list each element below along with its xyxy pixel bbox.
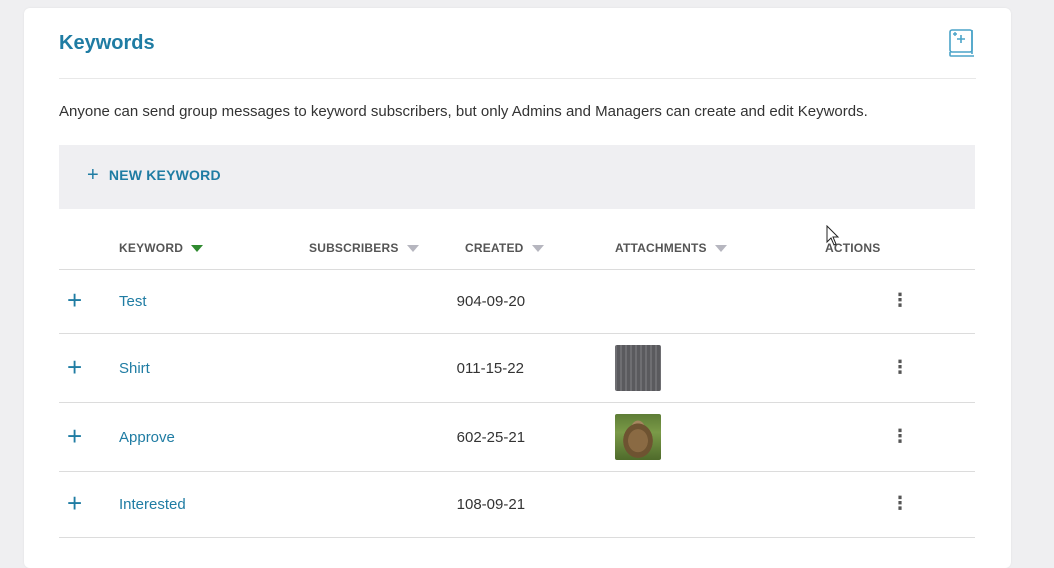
expand-plus-icon[interactable]: + bbox=[67, 423, 82, 449]
header-attachments-label: ATTACHMENTS bbox=[615, 241, 707, 255]
attachments-cell bbox=[615, 269, 825, 334]
expand-plus-icon[interactable]: + bbox=[67, 354, 82, 380]
sort-icon[interactable] bbox=[406, 245, 419, 253]
subscribers-count: 6 bbox=[309, 402, 465, 472]
page-title: Keywords bbox=[59, 32, 155, 54]
expand-plus-icon[interactable]: + bbox=[67, 490, 82, 516]
more-vertical-icon[interactable]: ⋮ bbox=[891, 357, 909, 377]
table-row: + Shirt 0 11-15-22 ⋮ bbox=[59, 333, 975, 403]
description-text: Anyone can send group messages to keywor… bbox=[59, 103, 868, 120]
keyword-toolbar: + NEW KEYWORD bbox=[59, 145, 975, 209]
subscribers-count: 9 bbox=[309, 269, 465, 334]
header-subscribers[interactable]: SUBSCRIBERS bbox=[309, 227, 465, 270]
subscribers-count: 1 bbox=[309, 471, 465, 538]
table-row: + Interested 1 08-09-21 ⋮ bbox=[59, 471, 975, 538]
keywords-table: KEYWORD SUBSCRIBERS CREATED ATTACHMENTS … bbox=[59, 227, 975, 538]
more-vertical-icon[interactable]: ⋮ bbox=[891, 290, 909, 310]
attachments-cell bbox=[615, 333, 825, 403]
more-vertical-icon[interactable]: ⋮ bbox=[891, 426, 909, 446]
keyword-link[interactable]: Shirt bbox=[119, 360, 150, 377]
header-actions: ACTIONS bbox=[825, 227, 975, 270]
attachment-thumbnail[interactable] bbox=[615, 414, 661, 460]
table-row: + Approve 6 02-25-21 ⋮ bbox=[59, 402, 975, 472]
expand-plus-icon[interactable]: + bbox=[67, 287, 82, 313]
keywords-card: Keywords Anyone can send group messages … bbox=[24, 8, 1011, 568]
header-keyword-label: KEYWORD bbox=[119, 241, 184, 255]
table-row: + Test 9 04-09-20 ⋮ bbox=[59, 269, 975, 334]
header-created-label: CREATED bbox=[465, 241, 524, 255]
header-attachments[interactable]: ATTACHMENTS bbox=[615, 227, 825, 270]
header-subscribers-label: SUBSCRIBERS bbox=[309, 241, 399, 255]
keyword-link[interactable]: Approve bbox=[119, 429, 175, 446]
card-header: Keywords bbox=[59, 8, 976, 79]
keyword-link[interactable]: Test bbox=[119, 293, 147, 310]
created-date: 04-09-20 bbox=[465, 269, 615, 334]
created-date: 08-09-21 bbox=[465, 471, 615, 538]
sort-desc-icon[interactable] bbox=[191, 245, 204, 253]
subscribers-count: 0 bbox=[309, 333, 465, 403]
header-created[interactable]: CREATED bbox=[465, 227, 615, 270]
plus-icon: + bbox=[87, 164, 99, 186]
new-keyword-label: NEW KEYWORD bbox=[108, 167, 221, 183]
attachment-thumbnail[interactable] bbox=[615, 345, 661, 391]
created-date: 02-25-21 bbox=[465, 402, 615, 472]
sort-icon[interactable] bbox=[714, 245, 727, 253]
new-keyword-button[interactable]: + NEW KEYWORD bbox=[87, 164, 221, 186]
mouse-cursor-icon bbox=[826, 225, 840, 246]
attachments-cell bbox=[615, 471, 825, 538]
header-keyword[interactable]: KEYWORD bbox=[119, 227, 309, 270]
header-expand bbox=[59, 227, 119, 270]
more-vertical-icon[interactable]: ⋮ bbox=[891, 493, 909, 513]
add-book-icon[interactable] bbox=[948, 28, 976, 58]
created-date: 11-15-22 bbox=[465, 333, 615, 403]
keyword-link[interactable]: Interested bbox=[119, 496, 186, 513]
attachments-cell bbox=[615, 402, 825, 472]
sort-icon[interactable] bbox=[531, 245, 544, 253]
